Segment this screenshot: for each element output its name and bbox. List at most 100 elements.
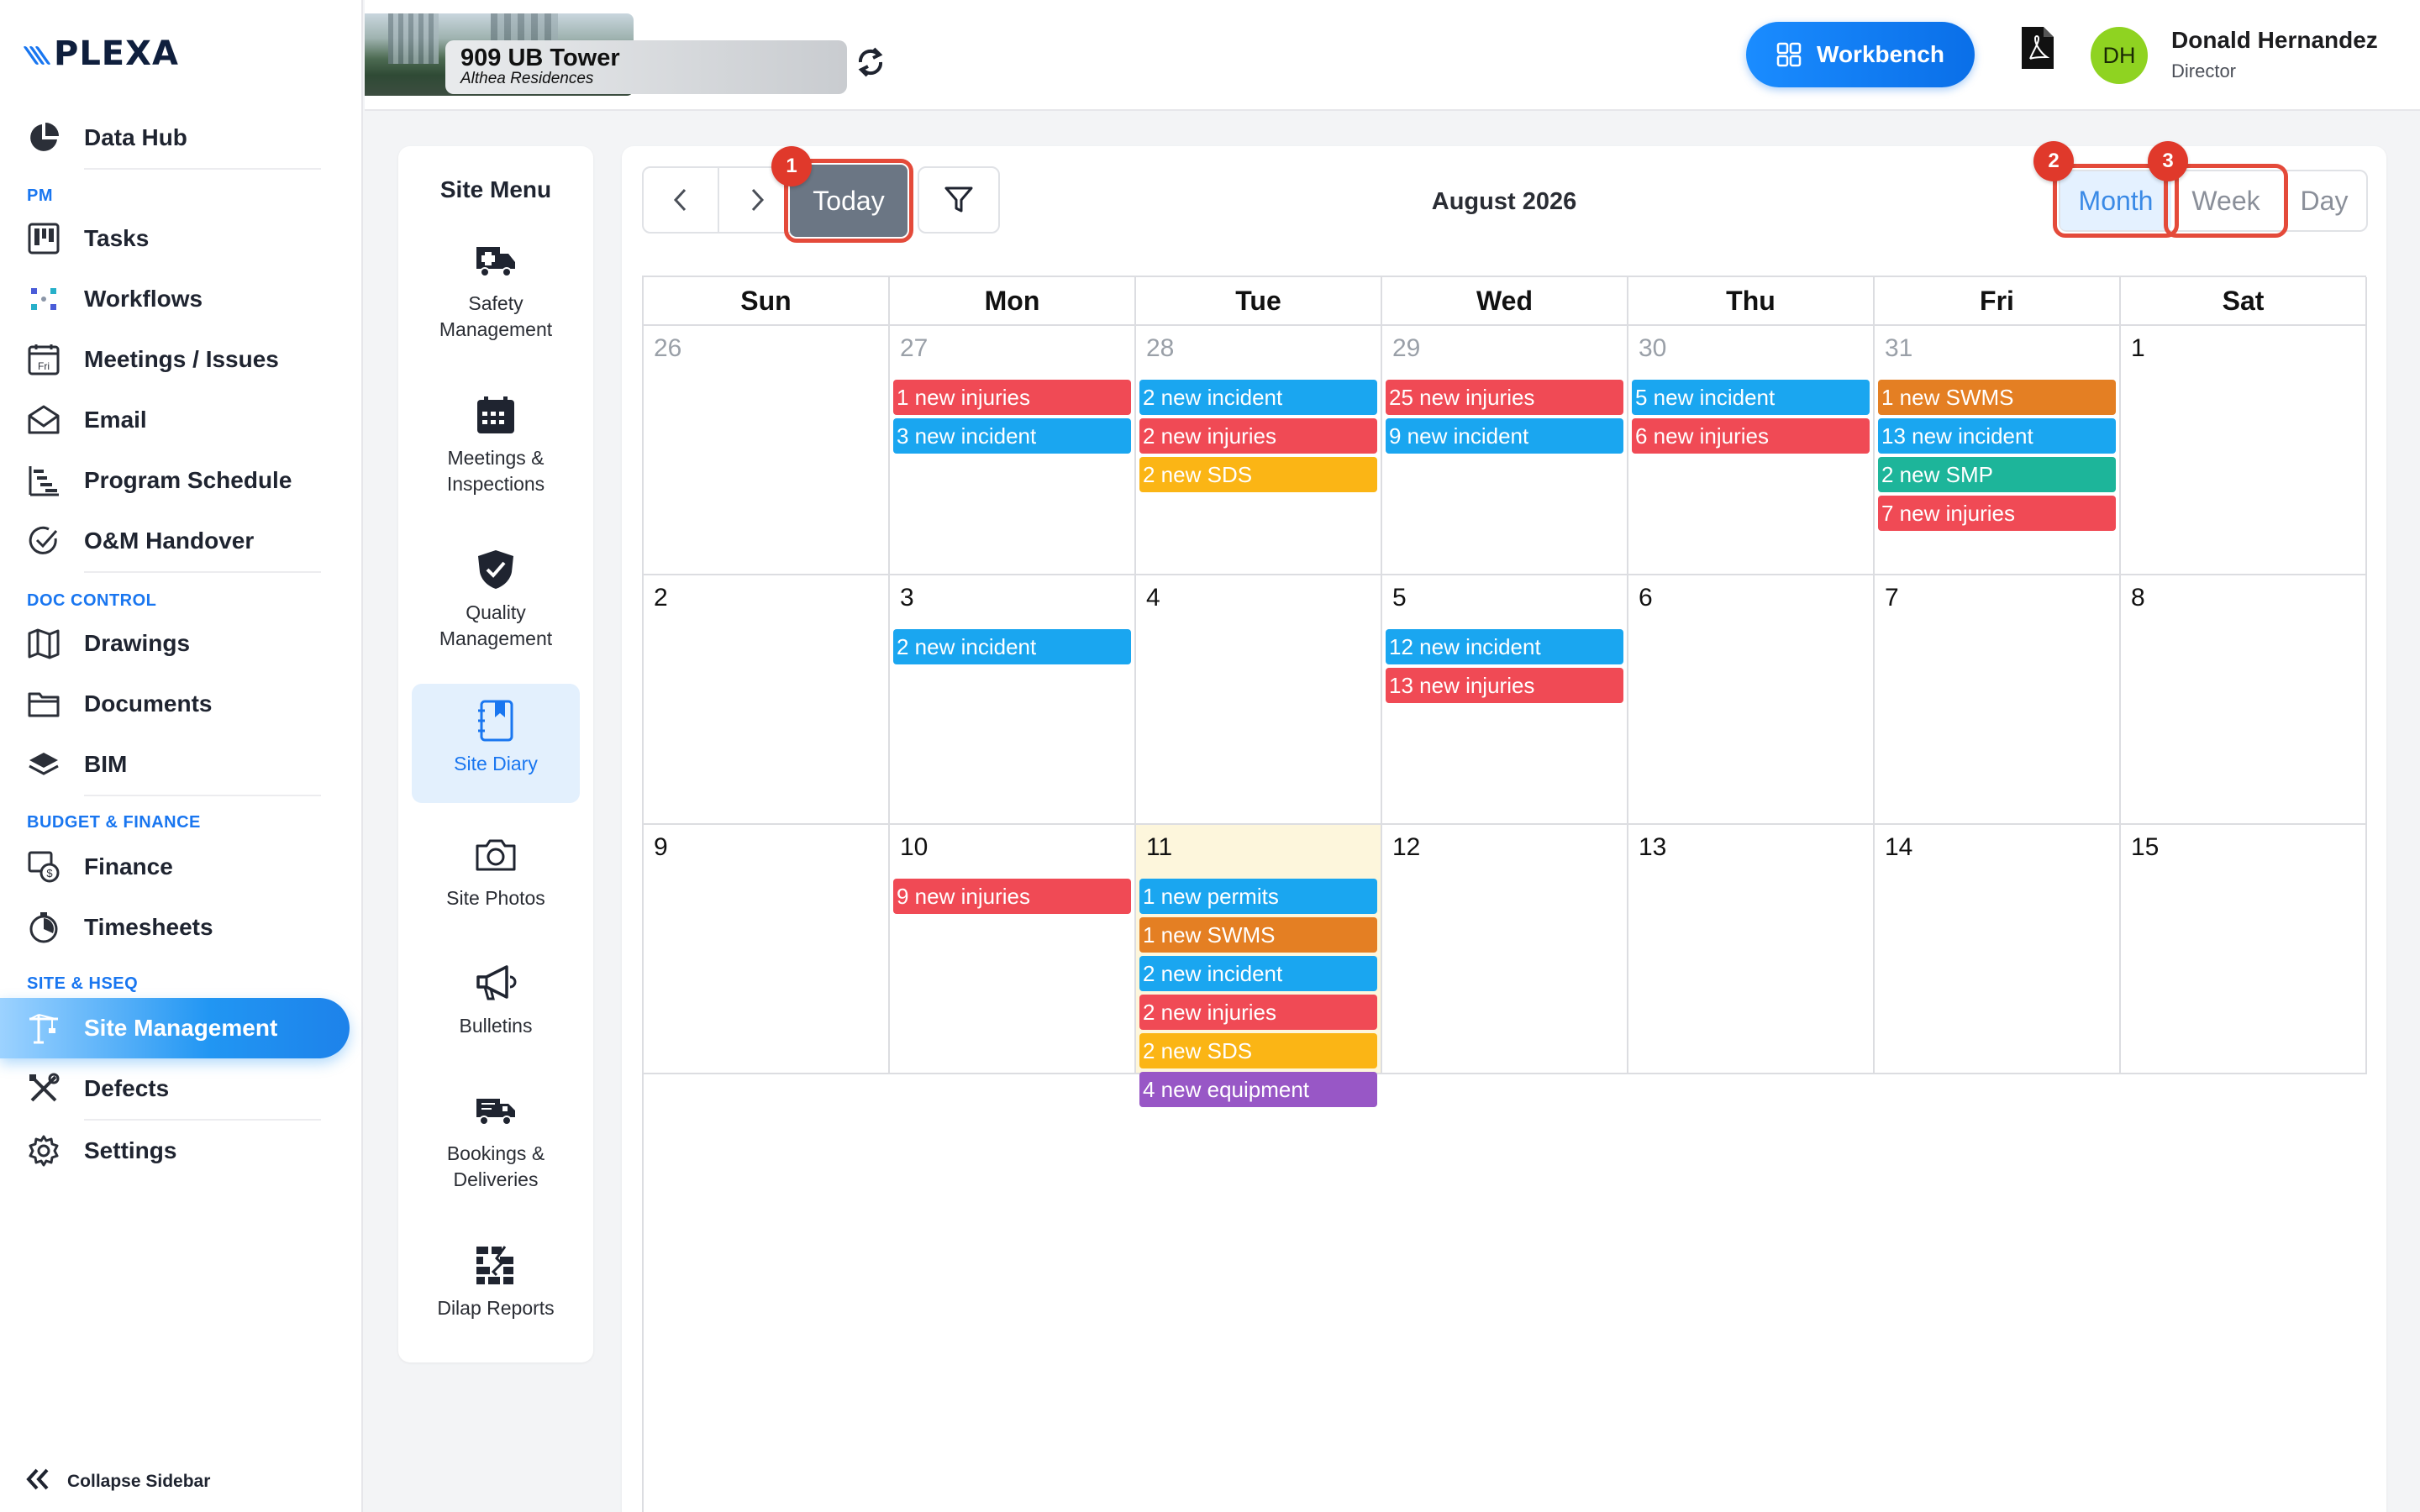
calendar-day-cell[interactable]: 1 [2121, 326, 2367, 575]
project-selector[interactable]: 909 UB Tower Althea Residences [445, 40, 847, 94]
sidebar-item-tasks[interactable]: Tasks [25, 215, 319, 262]
calendar-day-cell[interactable]: 31 1 new SWMS 13 new incident 2 new SMP 7 ne… [1875, 326, 2121, 575]
sidebar-item-email[interactable]: Email [25, 396, 319, 444]
sidebar-item-data-hub[interactable]: Data Hub [25, 114, 319, 161]
calendar-day-cell[interactable]: 26 [644, 326, 890, 575]
calendar-day-cell[interactable]: 10 9 new injuries [890, 825, 1136, 1074]
annotation-badge-2: 2 [2033, 141, 2074, 181]
site-menu-item-meetings-inspections[interactable]: Meetings & Inspections [412, 378, 580, 497]
calendar-day-cell[interactable]: 5 12 new incident 13 new injuries [1382, 575, 1628, 825]
calendar-event[interactable]: 2 new incident [1139, 956, 1377, 991]
calendar-day-cell[interactable]: 3 2 new incident [890, 575, 1136, 825]
calendar-event[interactable]: 9 new injuries [893, 879, 1131, 914]
sidebar-item-workflows[interactable]: Workflows [25, 276, 319, 323]
sidebar-item-label: Workflows [84, 286, 203, 312]
sync-icon[interactable] [854, 42, 887, 82]
calendar-day-cell[interactable]: 15 [2121, 825, 2367, 1074]
filter-button[interactable] [918, 166, 1000, 234]
site-menu-title: Site Menu [439, 176, 552, 202]
sidebar-item-om-handover[interactable]: O&M Handover [25, 517, 319, 564]
sidebar-item-defects[interactable]: Defects [25, 1065, 319, 1112]
gantt-icon [25, 462, 62, 499]
calendar-event[interactable]: 1 new permits [1139, 879, 1377, 914]
calendar-day-cell[interactable]: 7 [1875, 575, 2121, 825]
user-role: Director [2171, 60, 2237, 81]
broken-wall-icon [471, 1240, 521, 1290]
tools-icon [25, 1070, 62, 1107]
calendar-day-cell[interactable]: 28 2 new incident 2 new injuries 2 new SDS [1136, 326, 1382, 575]
site-menu-item-bulletins[interactable]: Bulletins [412, 946, 580, 1065]
sidebar-item-program-schedule[interactable]: Program Schedule [25, 457, 319, 504]
site-menu-item-bookings-deliveries[interactable]: Bookings & Deliveries [412, 1074, 580, 1193]
site-menu-item-site-diary[interactable]: Site Diary [412, 684, 580, 803]
view-switcher: Month Week Day [2053, 164, 2368, 238]
site-menu-item-site-photos[interactable]: Site Photos [412, 818, 580, 937]
calendar-event[interactable]: 4 new equipment [1139, 1072, 1377, 1107]
calendar-event[interactable]: 2 new incident [1139, 380, 1377, 415]
calendar-day-cell[interactable]: 6 [1628, 575, 1875, 825]
calendar-day-cell[interactable]: 11 1 new permits 1 new SWMS 2 new incident 2… [1136, 825, 1382, 1107]
sidebar-item-drawings[interactable]: Drawings [25, 620, 319, 667]
calendar-day-cell[interactable]: 8 [2121, 575, 2367, 825]
sidebar-item-finance[interactable]: $ Finance [25, 843, 319, 890]
day-number: 6 [1639, 584, 1653, 612]
calendar-event[interactable]: 3 new incident [893, 418, 1131, 454]
sidebar-item-label: Email [84, 407, 147, 433]
calendar-event[interactable]: 13 new injuries [1386, 668, 1623, 703]
calendar-event[interactable]: 2 new injuries [1139, 418, 1377, 454]
calendar-day-cell[interactable]: 4 [1136, 575, 1382, 825]
view-day-button[interactable]: Day [2281, 171, 2368, 230]
avatar[interactable]: DH [2091, 27, 2148, 84]
view-week-button[interactable]: Week [2164, 164, 2288, 238]
sidebar-item-label: Defects [84, 1075, 170, 1101]
calendar-event[interactable]: 12 new incident [1386, 629, 1623, 664]
calendar-day-cell[interactable]: 2 [644, 575, 890, 825]
day-number: 5 [1392, 584, 1407, 612]
calendar-event[interactable]: 13 new incident [1878, 418, 2116, 454]
sidebar-item-documents[interactable]: Documents [25, 680, 319, 727]
calendar-day-cell[interactable]: 30 5 new incident 6 new injuries [1628, 326, 1875, 575]
calendar-event[interactable]: 2 new incident [893, 629, 1131, 664]
calendar-event[interactable]: 1 new injuries [893, 380, 1131, 415]
calendar-event[interactable]: 2 new SMP [1878, 457, 2116, 492]
pdf-icon[interactable] [2020, 25, 2060, 74]
calendar-event[interactable]: 25 new injuries [1386, 380, 1623, 415]
calendar-day-cell[interactable]: 27 1 new injuries 3 new incident [890, 326, 1136, 575]
calendar-event[interactable]: 2 new SDS [1139, 457, 1377, 492]
calendar-event[interactable]: 9 new incident [1386, 418, 1623, 454]
calendar-event[interactable]: 2 new injuries [1139, 995, 1377, 1030]
sidebar-item-settings[interactable]: Settings [25, 1127, 319, 1174]
sidebar-item-timesheets[interactable]: Timesheets [25, 904, 319, 951]
annotation-badge-1: 1 [771, 146, 812, 186]
ambulance-icon [471, 235, 521, 286]
divider [84, 168, 321, 170]
project-name: 909 UB Tower [460, 45, 620, 71]
calendar-event[interactable]: 6 new injuries [1632, 418, 1870, 454]
calendar-day-cell[interactable]: 9 [644, 825, 890, 1074]
calendar-day-cell[interactable]: 29 25 new injuries 9 new incident [1382, 326, 1628, 575]
weekday-header: Tue [1136, 277, 1382, 326]
site-menu-item-safety-management[interactable]: Safety Management [412, 223, 580, 343]
sidebar-item-bim[interactable]: BIM [25, 741, 319, 788]
day-number: 27 [900, 334, 929, 362]
calendar-event[interactable]: 7 new injuries [1878, 496, 2116, 531]
sidebar-item-meetings-issues[interactable]: Fri Meetings / Issues [25, 336, 319, 383]
sidebar-item-site-management[interactable]: Site Management [25, 1005, 319, 1052]
view-month-button[interactable]: Month [2053, 164, 2179, 238]
logo-mark-icon [23, 41, 52, 66]
kanban-icon [25, 220, 62, 257]
prev-month-button[interactable] [644, 168, 719, 232]
site-menu-item-dilap-reports[interactable]: Dilap Reports [412, 1228, 580, 1347]
calendar-event[interactable]: 1 new SWMS [1878, 380, 2116, 415]
divider [84, 571, 321, 573]
calendar-day-cell[interactable]: 13 [1628, 825, 1875, 1074]
site-menu-item-quality-management[interactable]: Quality Management [412, 533, 580, 652]
user-name[interactable]: Donald Hernandez [2171, 27, 2378, 54]
collapse-sidebar-button[interactable]: Collapse Sidebar [25, 1467, 210, 1496]
workbench-button[interactable]: Workbench [1746, 22, 1975, 87]
calendar-event[interactable]: 5 new incident [1632, 380, 1870, 415]
calendar-day-cell[interactable]: 14 [1875, 825, 2121, 1074]
calendar-day-cell[interactable]: 12 [1382, 825, 1628, 1074]
calendar-event[interactable]: 1 new SWMS [1139, 917, 1377, 953]
calendar-event[interactable]: 2 new SDS [1139, 1033, 1377, 1068]
